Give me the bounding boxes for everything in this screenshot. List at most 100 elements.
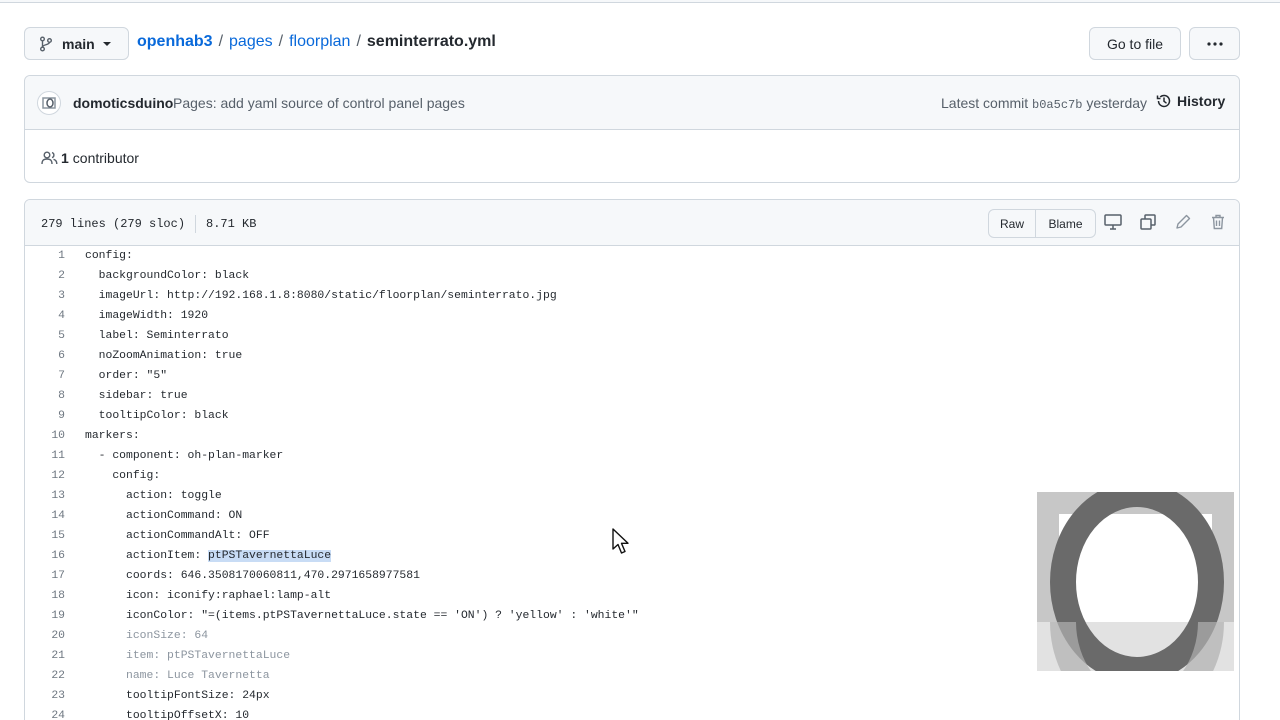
code-text: actionCommand: ON [85, 510, 243, 522]
file-info-divider [195, 215, 197, 233]
code-line: 5 label: Seminterrato [25, 326, 1239, 346]
code-text: item: ptPSTavernettaLuce [85, 650, 291, 662]
code-line: 6 noZoomAnimation: true [25, 346, 1239, 366]
code-text: order: "5" [85, 370, 168, 382]
code-line-text: coords: 646.3508170060811,470.2971658977… [85, 570, 420, 582]
line-number[interactable]: 7 [25, 370, 65, 382]
code-text: coords: 646.3508170060811,470.2971658977… [85, 570, 420, 582]
line-number[interactable]: 16 [25, 550, 65, 562]
code-text: noZoomAnimation: true [85, 350, 243, 362]
line-number[interactable]: 18 [25, 590, 65, 602]
avatar[interactable] [37, 91, 61, 115]
code-line-text: imageUrl: http://192.168.1.8:8080/static… [85, 290, 557, 302]
code-text: action: toggle [85, 490, 222, 502]
code-line-text: label: Seminterrato [85, 330, 229, 342]
line-number[interactable]: 24 [25, 710, 65, 720]
commit-message-link[interactable]: Pages: add yaml source of control panel … [173, 95, 465, 111]
code-text: tooltipFontSize: 24px [85, 690, 270, 702]
code-text: config: [85, 470, 161, 482]
commit-author-link[interactable]: domoticsduino [73, 95, 173, 111]
line-number[interactable]: 9 [25, 410, 65, 422]
code-line: 24 tooltipOffsetX: 10 [25, 706, 1239, 720]
line-number[interactable]: 22 [25, 670, 65, 682]
line-number[interactable]: 21 [25, 650, 65, 662]
code-line-text: config: [85, 470, 160, 482]
code-text: actionCommandAlt: OFF [85, 530, 270, 542]
blame-button[interactable]: Blame [1036, 210, 1095, 237]
contributors-link[interactable]: 1 contributor [41, 150, 139, 166]
code-line-text: noZoomAnimation: true [85, 350, 243, 362]
branch-label: main [62, 35, 95, 52]
line-number[interactable]: 3 [25, 290, 65, 302]
line-number[interactable]: 5 [25, 330, 65, 342]
code-text: tooltipColor: black [85, 410, 229, 422]
pencil-icon[interactable] [1174, 213, 1192, 231]
breadcrumb-separator: / [356, 33, 361, 50]
line-number[interactable]: 10 [25, 430, 65, 442]
code-text: iconSize: 64 [85, 630, 209, 642]
breadcrumb-floorplan-link[interactable]: floorplan [289, 33, 350, 51]
line-number[interactable]: 14 [25, 510, 65, 522]
line-number[interactable]: 20 [25, 630, 65, 642]
code-line-text: iconSize: 64 [85, 630, 208, 642]
line-number[interactable]: 19 [25, 610, 65, 622]
history-icon [1156, 94, 1171, 108]
line-number[interactable]: 15 [25, 530, 65, 542]
code-text: label: Seminterrato [85, 330, 229, 342]
branch-selector-button[interactable]: main [24, 27, 129, 60]
breadcrumb-pages-link[interactable]: pages [229, 33, 273, 51]
line-number[interactable]: 13 [25, 490, 65, 502]
kebab-icon [1206, 41, 1223, 46]
code-line: 4 imageWidth: 1920 [25, 306, 1239, 326]
code-line-text: tooltipOffsetX: 10 [85, 710, 249, 720]
code-line: 2 backgroundColor: black [25, 266, 1239, 286]
code-text: icon: iconify:raphael:lamp-alt [85, 590, 332, 602]
commit-time: yesterday [1086, 95, 1148, 111]
line-number[interactable]: 23 [25, 690, 65, 702]
latest-commit-row: domoticsduino Pages: add yaml source of … [25, 76, 1239, 130]
code-line: 7 order: "5" [25, 366, 1239, 386]
line-number[interactable]: 6 [25, 350, 65, 362]
commit-sha-link[interactable]: b0a5c7b [1032, 98, 1082, 112]
line-number[interactable]: 8 [25, 390, 65, 402]
file-info: 279 lines (279 sloc) 8.71 KB [41, 215, 256, 233]
breadcrumb-separator: / [218, 33, 224, 50]
line-number[interactable]: 17 [25, 570, 65, 582]
code-line: 12 config: [25, 466, 1239, 486]
line-number[interactable]: 12 [25, 470, 65, 482]
breadcrumb-separator: / [278, 33, 284, 50]
raw-button[interactable]: Raw [989, 210, 1036, 237]
line-number[interactable]: 1 [25, 250, 65, 262]
code-line-text: config: [85, 250, 133, 262]
breadcrumb-file-name: seminterrato.yml [366, 33, 496, 50]
code-line-text: actionCommandAlt: OFF [85, 530, 270, 542]
domoticsduino-logo-icon [42, 97, 56, 109]
code-text: name: Luce Tavernetta [85, 670, 270, 682]
mouse-cursor-icon [612, 528, 629, 554]
breadcrumb-repo-link[interactable]: openhab3 [137, 33, 213, 51]
code-text: config: [85, 250, 133, 262]
code-line-text: markers: [85, 430, 140, 442]
code-line-text: - component: oh-plan-marker [85, 450, 284, 462]
file-size: 8.71 KB [206, 217, 257, 231]
code-line: 8 sidebar: true [25, 386, 1239, 406]
code-text: markers: [85, 430, 140, 442]
line-number[interactable]: 11 [25, 450, 65, 462]
more-options-button[interactable] [1189, 27, 1240, 60]
desktop-icon[interactable] [1104, 213, 1122, 231]
code-text: backgroundColor: black [85, 270, 250, 282]
code-line: 11 - component: oh-plan-marker [25, 446, 1239, 466]
history-link[interactable]: History [1156, 93, 1225, 109]
line-number[interactable]: 2 [25, 270, 65, 282]
contributor-label: contributor [72, 150, 139, 166]
code-line-text: action: toggle [85, 490, 222, 502]
history-label: History [1177, 93, 1226, 109]
latest-commit-label: Latest commit [941, 95, 1029, 111]
line-number[interactable]: 4 [25, 310, 65, 322]
caret-down-icon [102, 41, 111, 46]
trash-icon[interactable] [1209, 213, 1227, 231]
file-header: 279 lines (279 sloc) 8.71 KB Raw Blame [25, 200, 1239, 246]
copy-icon[interactable] [1139, 213, 1157, 231]
go-to-file-button[interactable]: Go to file [1089, 27, 1181, 60]
code-line-text: tooltipFontSize: 24px [85, 690, 270, 702]
